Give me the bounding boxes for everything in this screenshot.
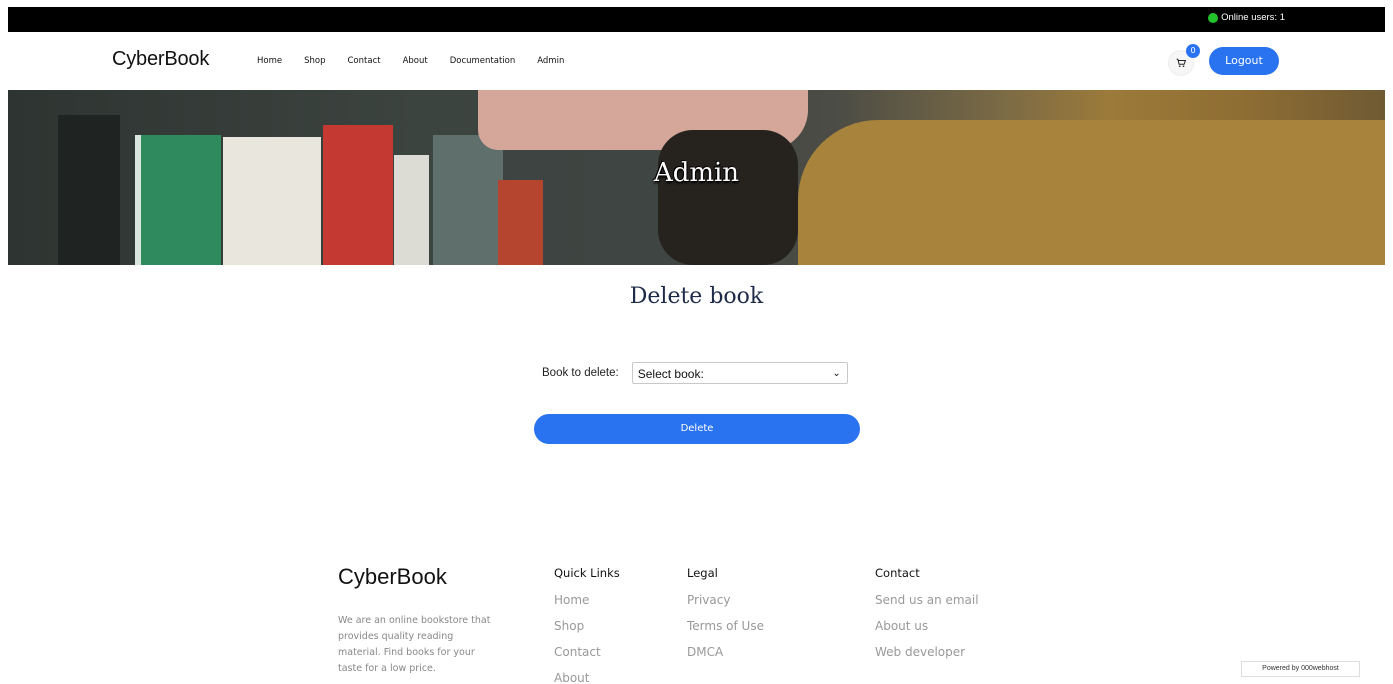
delete-book-form: Book to delete: Select book: ⌄ bbox=[542, 362, 848, 384]
footer-link-about-us[interactable]: About us bbox=[875, 618, 979, 644]
footer-legal: Legal Privacy Terms of Use DMCA bbox=[687, 566, 764, 670]
book-select-value: Select book: bbox=[637, 367, 704, 381]
top-bar: Online users: 1 bbox=[8, 7, 1385, 32]
hero-book-image bbox=[223, 137, 321, 265]
footer-link-dmca[interactable]: DMCA bbox=[687, 644, 764, 670]
hero-sleeve-image bbox=[798, 120, 1385, 265]
hero-title: Admin bbox=[653, 158, 740, 188]
footer-link-shop[interactable]: Shop bbox=[554, 618, 620, 644]
online-users-label: Online users: 1 bbox=[1221, 12, 1285, 23]
cart-icon bbox=[1176, 58, 1186, 67]
navbar: CyberBook Home Shop Contact About Docume… bbox=[8, 32, 1385, 90]
logout-button[interactable]: Logout bbox=[1209, 47, 1279, 75]
nav-link-contact[interactable]: Contact bbox=[348, 56, 381, 66]
online-users-indicator: Online users: 1 bbox=[1208, 12, 1285, 23]
footer-heading: Quick Links bbox=[554, 566, 620, 580]
footer-link-about[interactable]: About bbox=[554, 670, 620, 684]
hero-book-image bbox=[433, 135, 503, 265]
online-status-dot-icon bbox=[1208, 12, 1219, 23]
powered-by-badge[interactable]: Powered by 000webhost bbox=[1241, 661, 1360, 677]
footer-link-home[interactable]: Home bbox=[554, 592, 620, 618]
footer: CyberBook We are an online bookstore tha… bbox=[8, 547, 1385, 684]
hero-bracelet-image bbox=[658, 130, 798, 265]
hero-book-image bbox=[135, 135, 221, 265]
footer-heading: Legal bbox=[687, 566, 718, 580]
hero-book-image bbox=[58, 115, 120, 265]
book-select-label: Book to delete: bbox=[542, 367, 619, 379]
footer-link-terms[interactable]: Terms of Use bbox=[687, 618, 764, 644]
footer-description: We are an online bookstore that provides… bbox=[338, 615, 491, 674]
nav-link-about[interactable]: About bbox=[403, 56, 428, 66]
footer-brand: CyberBook bbox=[338, 564, 447, 589]
cart-count-badge: 0 bbox=[1186, 44, 1200, 58]
nav-link-admin[interactable]: Admin bbox=[537, 56, 564, 66]
brand-logo[interactable]: CyberBook bbox=[112, 48, 209, 71]
footer-link-contact[interactable]: Contact bbox=[554, 644, 620, 670]
hero-book-image bbox=[323, 125, 393, 265]
book-select[interactable]: Select book: ⌄ bbox=[631, 362, 848, 384]
footer-link-privacy[interactable]: Privacy bbox=[687, 592, 764, 618]
hero-book-image bbox=[498, 180, 543, 265]
delete-button[interactable]: Delete bbox=[534, 414, 860, 444]
hero-banner: Admin bbox=[8, 90, 1385, 265]
nav-link-home[interactable]: Home bbox=[257, 56, 282, 66]
page: Online users: 1 CyberBook Home Shop Cont… bbox=[8, 7, 1385, 684]
footer-contact: Contact Send us an email About us Web de… bbox=[875, 566, 979, 670]
nav-link-shop[interactable]: Shop bbox=[304, 56, 325, 66]
chevron-down-icon: ⌄ bbox=[832, 368, 841, 379]
nav-links: Home Shop Contact About Documentation Ad… bbox=[257, 56, 586, 66]
footer-link-web-developer[interactable]: Web developer bbox=[875, 644, 979, 670]
page-heading: Delete book bbox=[629, 284, 764, 309]
footer-heading: Contact bbox=[875, 566, 920, 580]
footer-quick-links: Quick Links Home Shop Contact About bbox=[554, 566, 620, 684]
nav-link-documentation[interactable]: Documentation bbox=[450, 56, 516, 66]
footer-link-email[interactable]: Send us an email bbox=[875, 592, 979, 618]
